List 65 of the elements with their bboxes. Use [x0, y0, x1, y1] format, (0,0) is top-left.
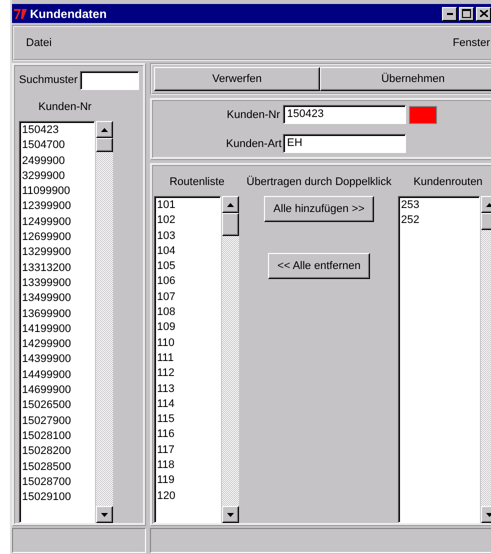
list-item[interactable]: 114	[157, 396, 218, 412]
list-item[interactable]: 102	[157, 213, 218, 229]
list-item[interactable]: 253	[401, 198, 477, 214]
list-item[interactable]: 101	[157, 198, 218, 214]
list-heading: Kunden-Nr	[37, 101, 93, 113]
list-item[interactable]: 117	[157, 442, 218, 458]
list-item[interactable]: 15028200	[22, 444, 92, 460]
list-item[interactable]: 150423	[22, 123, 92, 138]
list-item[interactable]: 15026500	[22, 398, 92, 414]
list-item[interactable]: 13499900	[22, 291, 92, 307]
list-item[interactable]: 116	[157, 427, 218, 443]
list-item[interactable]: 14199900	[22, 322, 92, 338]
list-item[interactable]: 2499900	[22, 154, 92, 169]
list-item[interactable]: 14699900	[22, 383, 92, 398]
list-item[interactable]: 118	[157, 458, 218, 474]
field-label: Kunden-Nr	[226, 108, 280, 120]
list-item[interactable]: 13299900	[22, 245, 92, 261]
list-item[interactable]: 12399900	[22, 199, 92, 215]
list-item[interactable]: 105	[157, 259, 218, 274]
list-item[interactable]: 109	[157, 320, 218, 336]
list-heading: Routenliste	[168, 176, 226, 188]
list-item[interactable]: 13699900	[22, 306, 92, 322]
field-label: Kunden-Art	[226, 138, 280, 150]
menu-item[interactable]: Datei	[26, 37, 52, 49]
hint-text: Übertragen durch Doppelklick	[246, 176, 392, 188]
list-item[interactable]: 120	[157, 488, 218, 504]
list-item[interactable]: 107	[157, 290, 218, 306]
list-item[interactable]: 110	[157, 336, 218, 351]
action-button[interactable]: Verwerfen	[154, 67, 320, 91]
customer-number-field[interactable]: 150423	[283, 105, 406, 124]
list-item[interactable]: 13399900	[22, 276, 92, 292]
list-heading: Kundenrouten	[412, 176, 484, 188]
list-item[interactable]: 14399900	[22, 352, 92, 368]
list-item[interactable]: 15027900	[22, 414, 92, 429]
menu-item[interactable]: Fenster	[452, 37, 490, 49]
remove-all-button[interactable]: << Alle entfernen	[268, 253, 370, 279]
list-item[interactable]: 115	[157, 412, 218, 428]
list-item[interactable]: 103	[157, 228, 218, 244]
list-item[interactable]: 15029100	[22, 490, 92, 506]
list-item[interactable]: 111	[157, 350, 218, 366]
window-title: Kundendaten	[30, 6, 108, 20]
add-all-button[interactable]: Alle hinzufügen >>	[264, 196, 374, 222]
customer-type-field[interactable]: EH	[283, 134, 406, 153]
search-label: Suchmuster	[19, 74, 78, 86]
action-button[interactable]: Übernehmen	[320, 67, 491, 91]
list-item[interactable]: 113	[157, 382, 218, 397]
customer-route-list[interactable]: 253 252	[398, 196, 480, 523]
list-item[interactable]: 15028700	[22, 474, 92, 490]
list-item[interactable]: 119	[157, 473, 218, 489]
list-item[interactable]: 106	[157, 274, 218, 290]
route-list[interactable]: 101 102 103 104 105 106 107 108 109 110 111 112 113 114 115 116 117 118 119 120	[154, 196, 221, 523]
list-item[interactable]: 1504700	[22, 138, 92, 154]
list-item[interactable]: 11099900	[22, 184, 92, 200]
list-item[interactable]: 108	[157, 305, 218, 320]
list-item[interactable]: 104	[157, 244, 218, 260]
list-item[interactable]: 15028100	[22, 428, 92, 444]
list-item[interactable]: 252	[401, 213, 477, 229]
list-item[interactable]: 3299900	[22, 168, 92, 184]
list-item[interactable]: 112	[157, 366, 218, 382]
list-item[interactable]: 12499900	[22, 214, 92, 230]
list-item[interactable]: 12699900	[22, 230, 92, 246]
list-item[interactable]: 15028500	[22, 460, 92, 475]
list-item[interactable]: 14499900	[22, 368, 92, 384]
list-item[interactable]: 14299900	[22, 337, 92, 352]
list-item[interactable]: 13313200	[22, 260, 92, 276]
